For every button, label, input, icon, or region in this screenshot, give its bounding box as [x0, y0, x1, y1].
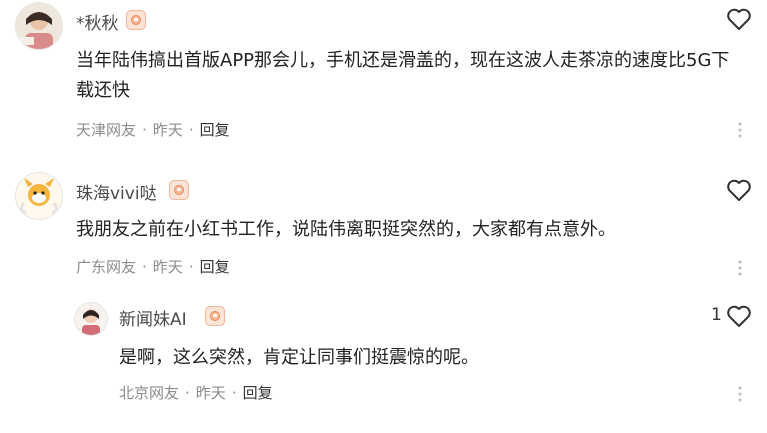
comment-meta: 天津网友 · 昨天 · 回复: [76, 121, 230, 139]
location-label: 天津网友: [76, 121, 137, 139]
reply-button[interactable]: 回复: [200, 121, 230, 139]
comment-text: 我朋友之前在小红书工作，说陆伟离职挺突然的，大家都有点意外。: [76, 219, 616, 240]
username[interactable]: *秋秋: [76, 9, 119, 34]
user-avatar-icon[interactable]: [15, 172, 63, 220]
more-vertical-icon[interactable]: [737, 121, 743, 139]
level-badge-icon: [205, 306, 225, 326]
heart-outline-icon[interactable]: [726, 178, 752, 202]
comment-item: *秋秋 当年陆伟搞出首版APP那会儿，手机还是滑盖的，现在这波人走茶凉的速度比5…: [0, 0, 767, 150]
time-label: 昨天: [152, 258, 183, 276]
user-avatar-icon[interactable]: [15, 2, 63, 50]
heart-outline-icon[interactable]: [726, 7, 752, 31]
username[interactable]: 新闻妹AI: [119, 305, 187, 330]
comment-item: 珠海vivi哒 我朋友之前在小红书工作，说陆伟离职挺突然的，大家都有点意外。 广…: [0, 170, 767, 290]
level-badge-icon: [126, 10, 146, 30]
time-label: 昨天: [152, 121, 183, 139]
comment-meta: 北京网友 · 昨天 · 回复: [119, 384, 273, 402]
location-label: 广东网友: [76, 258, 137, 276]
reply-button[interactable]: 回复: [200, 258, 230, 276]
heart-outline-icon[interactable]: [726, 304, 752, 328]
comment-meta: 广东网友 · 昨天 · 回复: [76, 258, 230, 276]
more-vertical-icon[interactable]: [737, 259, 743, 277]
level-badge-icon: [169, 180, 189, 200]
user-avatar-icon[interactable]: [74, 302, 108, 336]
location-label: 北京网友: [119, 384, 180, 402]
reply-button[interactable]: 回复: [243, 384, 273, 402]
time-label: 昨天: [195, 384, 226, 402]
comment-text: 当年陆伟搞出首版APP那会儿，手机还是滑盖的，现在这波人走茶凉的速度比5G下载还…: [76, 50, 730, 101]
comment-text: 是啊，这么突然，肯定让同事们挺震惊的呢。: [119, 347, 479, 368]
username[interactable]: 珠海vivi哒: [76, 179, 157, 204]
reply-item: 新闻妹AI 1 是啊，这么突然，肯定让同事们挺震惊的呢。 北京网友 · 昨天 · 回复: [0, 296, 767, 433]
more-vertical-icon[interactable]: [737, 385, 743, 403]
like-count: 1: [711, 305, 722, 325]
